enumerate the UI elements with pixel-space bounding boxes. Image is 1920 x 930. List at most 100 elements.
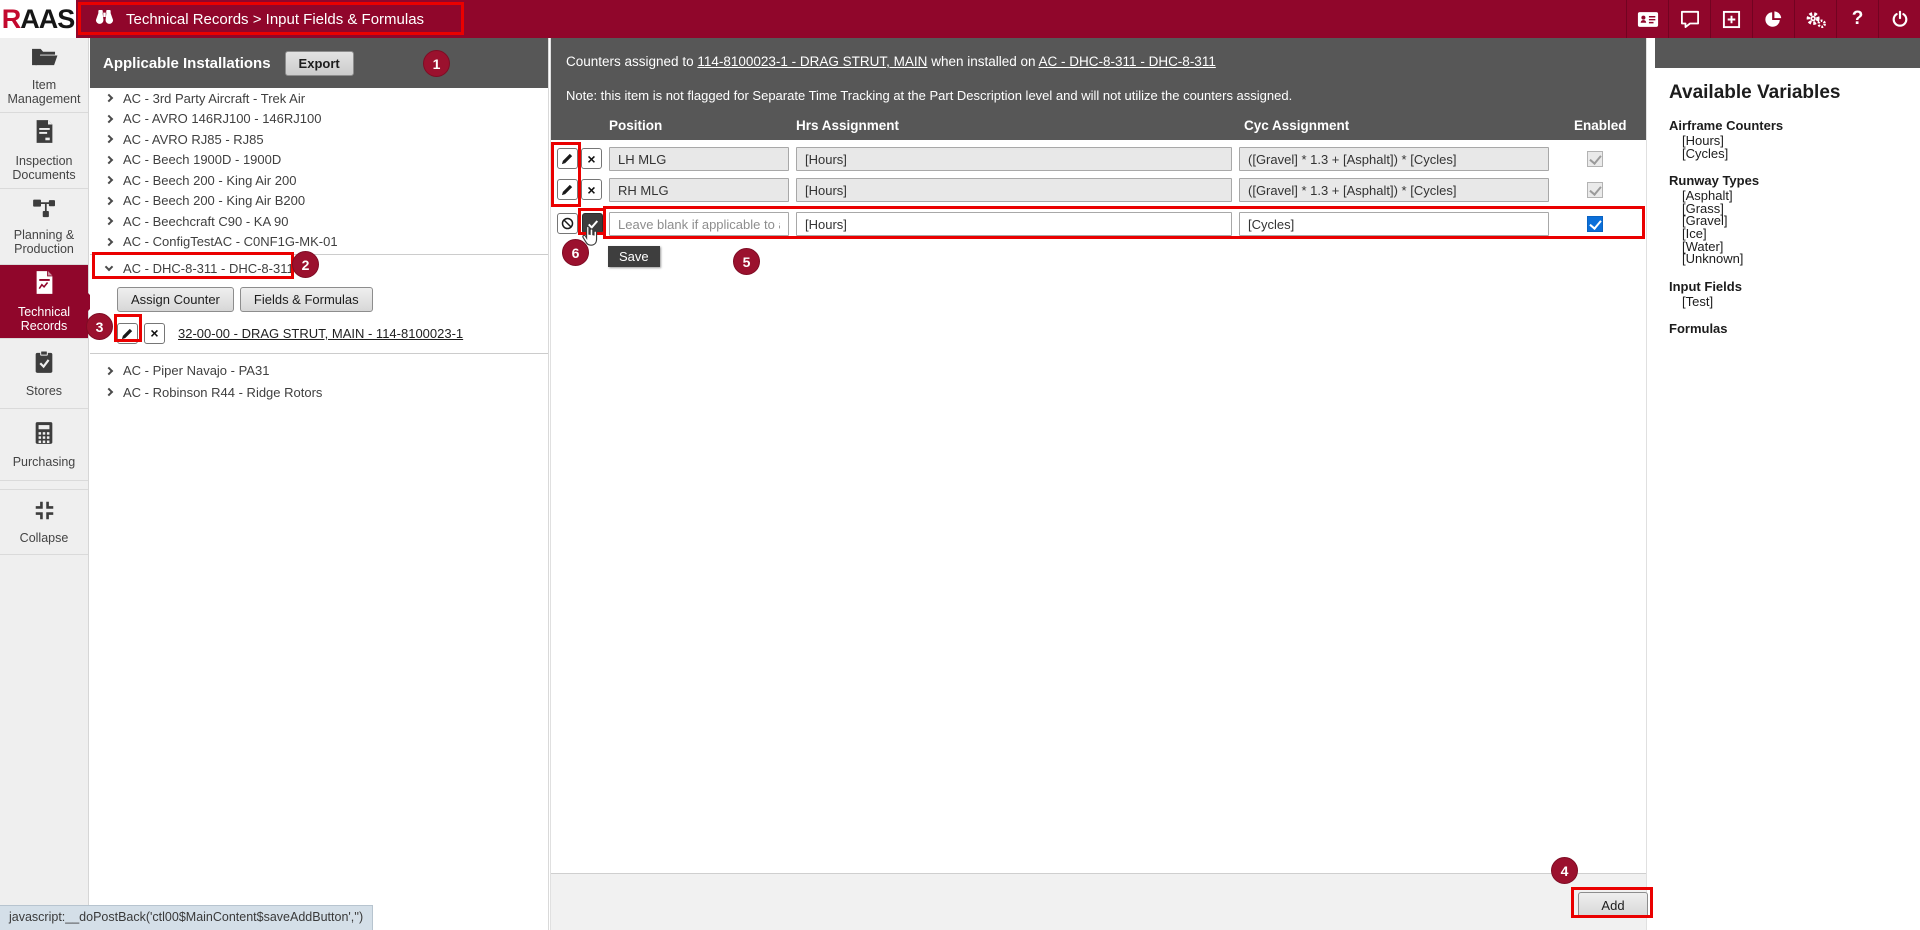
- chevron-right-icon: [105, 156, 113, 164]
- tree-item-configtestac[interactable]: AC - ConfigTestAC - C0NF1G-MK-01: [90, 232, 548, 253]
- clipboard-check-icon: [34, 350, 54, 377]
- sidebar-item-item-management[interactable]: Item Management: [0, 38, 88, 113]
- annotation-badge-4: 4: [1551, 857, 1578, 884]
- logo-letters-aas: AAS: [20, 4, 74, 35]
- table-row: × RH MLG [Hours] ([Gravel] * 1.3 + [Asph…: [551, 178, 1646, 203]
- chevron-right-icon: [105, 135, 113, 143]
- note-text: Note: this item is not flagged for Separ…: [566, 88, 1292, 103]
- annotation-badge-5: 5: [733, 248, 760, 275]
- sidebar-item-label: Stores: [26, 384, 62, 398]
- delete-x-button[interactable]: ×: [581, 179, 602, 200]
- variable-group-input-fields: Input Fields [Test]: [1669, 279, 1920, 309]
- folder-icon: [30, 45, 59, 71]
- sitemap-icon: [31, 197, 58, 221]
- drag-strut-link[interactable]: 32-00-00 - DRAG STRUT, MAIN - 114-810002…: [178, 326, 463, 341]
- position-value: RH MLG: [609, 178, 789, 202]
- right-panel-header-strip: [1655, 38, 1920, 68]
- annotation-badge-6: 6: [562, 239, 589, 266]
- edit-pencil-button[interactable]: [557, 179, 578, 200]
- enabled-checkbox[interactable]: [1587, 216, 1603, 232]
- delete-x-button[interactable]: ×: [144, 323, 165, 344]
- logo-letter-r: R: [2, 4, 21, 35]
- cancel-ban-button[interactable]: [557, 213, 578, 234]
- help-icon[interactable]: ?: [1836, 0, 1878, 38]
- raas-logo[interactable]: R AAS: [0, 0, 76, 38]
- export-button[interactable]: Export: [285, 51, 354, 76]
- annotation-badge-1: 1: [423, 50, 450, 77]
- column-header-enabled: Enabled: [1574, 118, 1627, 133]
- power-icon[interactable]: [1878, 0, 1920, 38]
- enabled-checkbox-disabled: [1587, 151, 1603, 167]
- add-window-icon[interactable]: [1710, 0, 1752, 38]
- sidebar-item-technical-records[interactable]: Technical Records: [0, 265, 88, 339]
- tree-item-beech-1900d[interactable]: AC - Beech 1900D - 1900D: [90, 150, 548, 171]
- variable-group-formulas: Formulas: [1669, 321, 1920, 336]
- available-variables-panel: Available Variables Airframe Counters [H…: [1655, 38, 1920, 930]
- chevron-right-icon: [105, 94, 113, 102]
- tree-item-avro-146rj100[interactable]: AC - AVRO 146RJ100 - 146RJ100: [90, 109, 548, 130]
- hrs-assignment-input[interactable]: [Hours]: [796, 212, 1232, 236]
- variable-item: [Test]: [1669, 296, 1920, 309]
- annotation-badge-3: 3: [86, 313, 113, 340]
- installations-header: Applicable Installations Export: [90, 38, 548, 88]
- fields-formulas-button[interactable]: Fields & Formulas: [240, 287, 373, 312]
- sidebar-item-planning-production[interactable]: Planning & Production: [0, 189, 88, 265]
- hrs-assignment-value: [Hours]: [796, 178, 1232, 202]
- tree-item-trek-air[interactable]: AC - 3rd Party Aircraft - Trek Air: [90, 88, 548, 109]
- cyc-assignment-value: ([Gravel] * 1.3 + [Asphalt]) * [Cycles]: [1239, 147, 1549, 171]
- enabled-checkbox-disabled: [1587, 182, 1603, 198]
- calculator-icon: [34, 421, 54, 448]
- sidebar-collapse-button[interactable]: Collapse: [0, 489, 88, 555]
- chevron-right-icon: [105, 388, 113, 396]
- binoculars-icon: [94, 9, 115, 29]
- chevron-right-icon: [105, 115, 113, 123]
- variable-item: [Cycles]: [1669, 148, 1920, 161]
- breadcrumb: Technical Records > Input Fields & Formu…: [76, 0, 442, 38]
- sidebar-item-inspection-documents[interactable]: Inspection Documents: [0, 113, 88, 189]
- position-value: LH MLG: [609, 147, 789, 171]
- document-icon: [34, 119, 55, 147]
- counters-header: Counters assigned to 114-8100023-1 - DRA…: [551, 38, 1646, 140]
- variable-group-runway-types: Runway Types [Asphalt] [Grass] [Gravel] …: [1669, 173, 1920, 266]
- save-tooltip: Save: [608, 246, 660, 267]
- counters-main-panel: Counters assigned to 114-8100023-1 - DRA…: [550, 38, 1647, 930]
- part-link[interactable]: 114-8100023-1 - DRAG STRUT, MAIN: [697, 54, 927, 69]
- sidebar-item-stores[interactable]: Stores: [0, 339, 88, 409]
- breadcrumb-text: Technical Records > Input Fields & Formu…: [126, 11, 424, 28]
- chat-icon[interactable]: [1668, 0, 1710, 38]
- variable-item: [Gravel]: [1669, 215, 1920, 228]
- topbar-icon-group: ?: [1626, 0, 1920, 38]
- edit-pencil-button[interactable]: [117, 323, 138, 344]
- top-bar: R AAS Technical Records > Input Fields &…: [0, 0, 1920, 38]
- edit-pencil-button[interactable]: [557, 148, 578, 169]
- pie-chart-icon[interactable]: [1752, 0, 1794, 38]
- user-card-icon[interactable]: [1626, 0, 1668, 38]
- assign-counter-button[interactable]: Assign Counter: [117, 287, 234, 312]
- settings-gears-icon[interactable]: [1794, 0, 1836, 38]
- tree-item-king-air-b200[interactable]: AC - Beech 200 - King Air B200: [90, 191, 548, 212]
- add-button[interactable]: Add: [1578, 892, 1648, 918]
- chevron-right-icon: [105, 176, 113, 184]
- hrs-assignment-value: [Hours]: [796, 147, 1232, 171]
- counters-assigned-line: Counters assigned to 114-8100023-1 - DRA…: [566, 54, 1216, 69]
- dhc-8-311-expanded-content: Assign Counter Fields & Formulas × 32-00…: [90, 281, 548, 351]
- sidebar-item-label: Purchasing: [13, 455, 76, 469]
- raas-application: R AAS Technical Records > Input Fields &…: [0, 0, 1920, 930]
- cyc-assignment-input[interactable]: [Cycles]: [1239, 212, 1549, 236]
- sidebar-item-label: Inspection Documents: [2, 154, 86, 182]
- variable-group-airframe-counters: Airframe Counters [Hours] [Cycles]: [1669, 118, 1920, 160]
- position-input[interactable]: [609, 212, 789, 236]
- tree-item-king-air-200[interactable]: AC - Beech 200 - King Air 200: [90, 170, 548, 191]
- sidebar-item-label: Item Management: [2, 78, 86, 106]
- sidebar-item-label: Technical Records: [2, 305, 86, 333]
- delete-x-button[interactable]: ×: [581, 148, 602, 169]
- sidebar-item-purchasing[interactable]: Purchasing: [0, 409, 88, 481]
- tree-item-robinson-r44[interactable]: AC - Robinson R44 - Ridge Rotors: [90, 382, 548, 404]
- table-row-editing: [Hours] [Cycles]: [551, 212, 1646, 237]
- table-row: × LH MLG [Hours] ([Gravel] * 1.3 + [Asph…: [551, 147, 1646, 172]
- tree-item-beechcraft-c90[interactable]: AC - Beechcraft C90 - KA 90: [90, 211, 548, 232]
- aircraft-link[interactable]: AC - DHC-8-311 - DHC-8-311: [1039, 54, 1216, 69]
- tree-item-piper-navajo[interactable]: AC - Piper Navajo - PA31: [90, 360, 548, 382]
- tree-item-dhc-8-311[interactable]: AC - DHC-8-311 - DHC-8-311: [90, 255, 548, 281]
- tree-item-avro-rj85[interactable]: AC - AVRO RJ85 - RJ85: [90, 129, 548, 150]
